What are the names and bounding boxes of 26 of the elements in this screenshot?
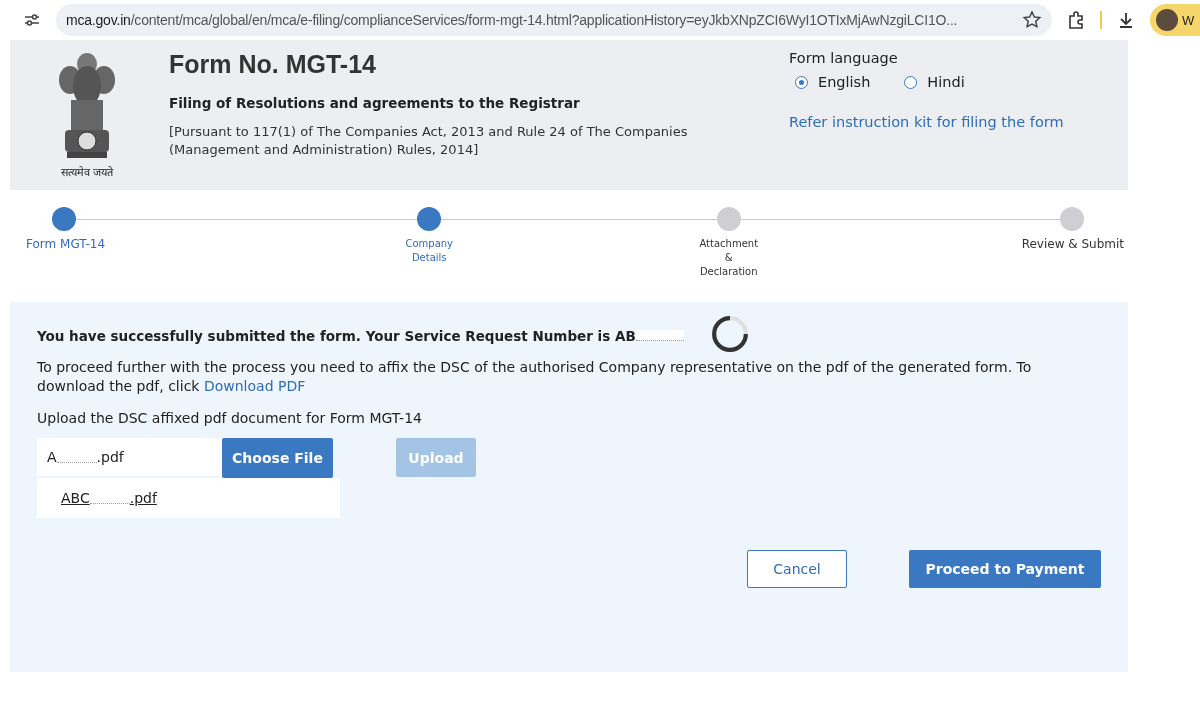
step-label: Attachment & Declaration: [698, 237, 760, 279]
language-radio[interactable]: English: [795, 74, 871, 90]
instruction-kit-link[interactable]: Refer instruction kit for filing the form: [789, 114, 1064, 130]
choose-file-button[interactable]: Choose File: [222, 438, 333, 478]
bookmark-star-icon[interactable]: [1022, 10, 1042, 30]
step-label: Form MGT-14: [26, 237, 106, 251]
download-pdf-link[interactable]: Download PDF: [203, 378, 306, 394]
loading-spinner-icon: [710, 314, 750, 354]
download-instruction: To proceed further with the process you need to affix the DSC of the authorised Company representative on the pdf of the generated form. To download the pdf, click Download PDF: [37, 358, 1033, 396]
step-label: Company Details: [404, 237, 455, 265]
form-subtitle: Filing of Resolutions and agreements to the Registrar: [169, 95, 581, 111]
emblem-motto: सत्यमेव जयते: [60, 165, 114, 179]
uploaded-file-link[interactable]: ABC .pdf: [37, 478, 340, 518]
language-radio[interactable]: Hindi: [904, 74, 965, 90]
profile-button[interactable]: W: [1150, 4, 1200, 36]
language-label: Form language: [789, 50, 899, 66]
success-message: You have successfully submitted the form. Your Service Request Number is AB: [37, 328, 1101, 344]
form-title: Form No. MGT-14: [169, 50, 377, 79]
legal-note: [Pursuant to 117(1) of The Companies Act, 2013 and Rule 24 of The Companies (Management and Administration) Rules, 2014]: [169, 123, 689, 159]
extensions-icon[interactable]: [1066, 10, 1086, 30]
address-bar[interactable]: mca.gov.in/content/mca/global/en/mca/e-filing/complianceServices/form-mgt-14.html?applicationHistory=eyJkbXNpZCI6WyI1OTIxMjAwNzgiLCI1O...: [56, 4, 1052, 36]
step-label: Review & Submit: [1021, 237, 1124, 251]
cancel-button[interactable]: Cancel: [747, 550, 847, 588]
upload-label: Upload the DSC affixed pdf document for Form MGT-14: [37, 410, 423, 426]
proceed-to-payment-button[interactable]: Proceed to Payment: [909, 550, 1101, 588]
file-name-field[interactable]: A .pdf: [37, 438, 222, 476]
